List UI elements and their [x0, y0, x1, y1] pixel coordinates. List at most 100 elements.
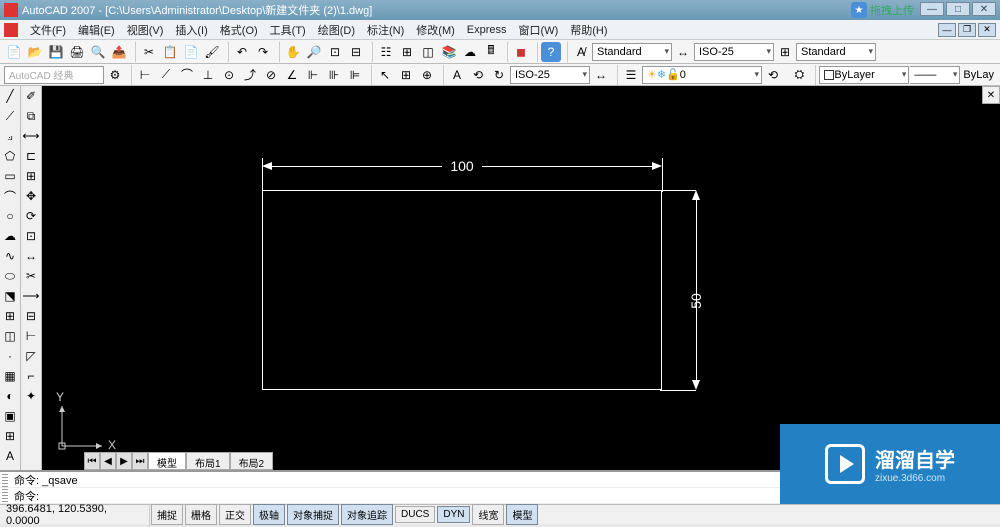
- minimize-button[interactable]: —: [920, 2, 944, 16]
- line-icon[interactable]: ╱: [0, 86, 20, 106]
- upload-tag[interactable]: ★ 拖拽上传: [847, 2, 918, 18]
- publish-icon[interactable]: 📤: [109, 42, 129, 62]
- fillet-icon[interactable]: ⌐: [21, 366, 41, 386]
- hatch-icon[interactable]: ▦: [0, 366, 20, 386]
- undo-icon[interactable]: ↶: [232, 42, 252, 62]
- circle-icon[interactable]: ○: [0, 206, 20, 226]
- region-icon[interactable]: ▣: [0, 406, 20, 426]
- tab-last-icon[interactable]: ⏭: [132, 452, 148, 470]
- dim-leader-icon[interactable]: ↖: [375, 65, 395, 85]
- break-icon[interactable]: ⊟: [21, 306, 41, 326]
- menu-insert[interactable]: 插入(I): [169, 20, 213, 40]
- tablestyle-icon[interactable]: ⊞: [775, 42, 795, 62]
- join-icon[interactable]: ⊢: [21, 326, 41, 346]
- menu-format[interactable]: 格式(O): [214, 20, 264, 40]
- layer-combo[interactable]: ☀❄🔓 0: [642, 66, 762, 84]
- maximize-button[interactable]: □: [946, 2, 970, 16]
- block-icon[interactable]: ◼: [511, 42, 531, 62]
- menu-file[interactable]: 文件(F): [24, 20, 72, 40]
- dim-arc-icon[interactable]: ⌒: [177, 65, 197, 85]
- save-icon[interactable]: 💾: [46, 42, 66, 62]
- textstyle-icon[interactable]: A̸: [571, 42, 591, 62]
- dim-cont-icon[interactable]: ⊫: [345, 65, 365, 85]
- tp-icon[interactable]: ◫: [418, 42, 438, 62]
- paste-icon[interactable]: 📄: [181, 42, 201, 62]
- pan-icon[interactable]: ✋: [283, 42, 303, 62]
- close-palette-icon[interactable]: ✕: [982, 86, 1000, 104]
- dim-edit-icon[interactable]: A: [447, 65, 467, 85]
- dc-icon[interactable]: ⊞: [397, 42, 417, 62]
- tab-layout2[interactable]: 布局2: [230, 452, 274, 470]
- erase-icon[interactable]: ✐: [21, 86, 41, 106]
- menu-window[interactable]: 窗口(W): [513, 20, 565, 40]
- dim-aligned-icon[interactable]: ⟋: [156, 65, 176, 85]
- ellipsearc-icon[interactable]: ⬔: [0, 286, 20, 306]
- close-button[interactable]: ✕: [972, 2, 996, 16]
- doc-close[interactable]: ✕: [978, 23, 996, 37]
- properties-icon[interactable]: ☷: [376, 42, 396, 62]
- ellipse-icon[interactable]: ⬭: [0, 266, 20, 286]
- doc-restore[interactable]: ❐: [958, 23, 976, 37]
- copy-icon[interactable]: 📋: [160, 42, 180, 62]
- mtext-icon[interactable]: A: [0, 446, 20, 466]
- ws-settings-icon[interactable]: ⚙: [105, 65, 125, 85]
- array-icon[interactable]: ⊞: [21, 166, 41, 186]
- dim-quick-icon[interactable]: ⊩: [303, 65, 323, 85]
- redo-icon[interactable]: ↷: [253, 42, 273, 62]
- dim-jog-icon[interactable]: ⤴: [240, 65, 260, 85]
- offset-icon[interactable]: ⊏: [21, 146, 41, 166]
- zoom-win-icon[interactable]: ⊡: [325, 42, 345, 62]
- dim-style-combo[interactable]: ISO-25: [510, 66, 590, 84]
- chamfer-icon[interactable]: ◸: [21, 346, 41, 366]
- explode-icon[interactable]: ✦: [21, 386, 41, 406]
- spline-icon[interactable]: ∿: [0, 246, 20, 266]
- dyn-toggle[interactable]: DYN: [437, 506, 470, 523]
- calc-icon[interactable]: 🖩: [481, 42, 501, 62]
- layer-states-icon[interactable]: ⛭: [789, 65, 809, 85]
- dimstyle-icon[interactable]: ↔: [673, 42, 693, 62]
- open-icon[interactable]: 📂: [25, 42, 45, 62]
- mirror-icon[interactable]: ⟷: [21, 126, 41, 146]
- ssm-icon[interactable]: 📚: [439, 42, 459, 62]
- color-combo[interactable]: ByLayer: [819, 66, 909, 84]
- polygon-icon[interactable]: ⬠: [0, 146, 20, 166]
- scale-icon[interactable]: ⊡: [21, 226, 41, 246]
- dim-update-icon[interactable]: ↻: [489, 65, 509, 85]
- workspace-combo[interactable]: AutoCAD 经典: [4, 66, 104, 84]
- textstyle-combo[interactable]: Standard: [592, 43, 672, 61]
- copy-icon[interactable]: ⧉: [21, 106, 41, 126]
- menu-draw[interactable]: 绘图(D): [312, 20, 361, 40]
- pline-icon[interactable]: ⟓: [0, 126, 20, 146]
- dim-ang-icon[interactable]: ∠: [282, 65, 302, 85]
- layer-mgr-icon[interactable]: ☰: [621, 65, 641, 85]
- menu-express[interactable]: Express: [461, 22, 513, 38]
- menu-modify[interactable]: 修改(M): [410, 20, 461, 40]
- ducs-toggle[interactable]: DUCS: [395, 506, 435, 523]
- tab-layout1[interactable]: 布局1: [186, 452, 230, 470]
- arc-icon[interactable]: ⌒: [0, 186, 20, 206]
- dim-base-icon[interactable]: ⊪: [324, 65, 344, 85]
- gradient-icon[interactable]: ◐: [0, 386, 20, 406]
- dim-tedit-icon[interactable]: ⟲: [468, 65, 488, 85]
- dim-tol-icon[interactable]: ⊞: [396, 65, 416, 85]
- zoom-rt-icon[interactable]: 🔎: [304, 42, 324, 62]
- dim-style-icon[interactable]: ↔: [591, 65, 611, 85]
- menu-help[interactable]: 帮助(H): [564, 20, 613, 40]
- match-icon[interactable]: 🖌: [202, 42, 222, 62]
- insert-icon[interactable]: ⊞: [0, 306, 20, 326]
- tab-prev-icon[interactable]: ◀: [100, 452, 116, 470]
- move-icon[interactable]: ✥: [21, 186, 41, 206]
- menu-view[interactable]: 视图(V): [121, 20, 170, 40]
- zoom-prev-icon[interactable]: ⊟: [346, 42, 366, 62]
- tab-next-icon[interactable]: ▶: [116, 452, 132, 470]
- linetype-combo[interactable]: ——: [910, 66, 960, 84]
- menu-tools[interactable]: 工具(T): [264, 20, 312, 40]
- cut-icon[interactable]: ✂: [139, 42, 159, 62]
- doc-minimize[interactable]: —: [938, 23, 956, 37]
- dimstyle-combo[interactable]: ISO-25: [694, 43, 774, 61]
- tab-first-icon[interactable]: ⏮: [84, 452, 100, 470]
- xline-icon[interactable]: ⟋: [0, 106, 20, 126]
- dim-ord-icon[interactable]: ⊥: [198, 65, 218, 85]
- dim-dia-icon[interactable]: ⊘: [261, 65, 281, 85]
- extend-icon[interactable]: ⟶: [21, 286, 41, 306]
